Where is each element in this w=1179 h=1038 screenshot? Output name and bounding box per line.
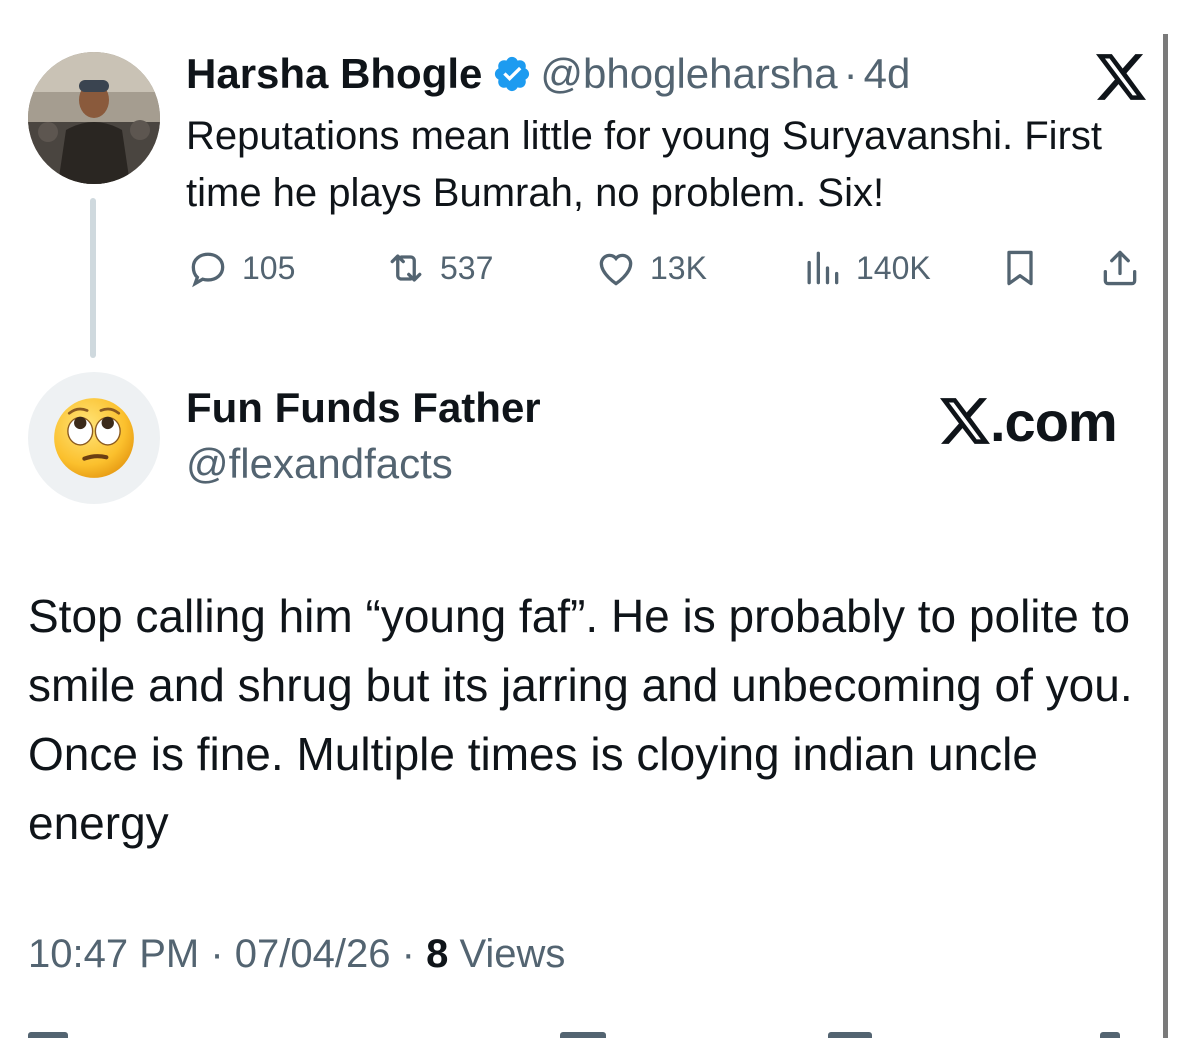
reply-date[interactable]: 07/04/26 bbox=[235, 932, 391, 976]
repost-count: 537 bbox=[440, 249, 494, 286]
reply-count: 105 bbox=[242, 249, 296, 286]
views-count: 140K bbox=[856, 249, 931, 286]
cropped-bookmark-icon[interactable] bbox=[828, 1032, 872, 1038]
bookmark-button[interactable] bbox=[998, 244, 1042, 292]
cropped-share-icon[interactable] bbox=[1100, 1032, 1120, 1038]
reply-text: Stop calling him “young faf”. He is prob… bbox=[28, 590, 1133, 849]
views-icon bbox=[807, 251, 839, 285]
like-button[interactable]: 13K bbox=[594, 244, 707, 292]
views-number: 8 bbox=[426, 932, 449, 976]
like-count: 13K bbox=[650, 249, 707, 286]
avatar[interactable] bbox=[28, 52, 160, 184]
cropped-like-icon[interactable] bbox=[560, 1032, 606, 1038]
reply-author-handle[interactable]: @flexandfacts bbox=[186, 440, 453, 488]
reply-author-name[interactable]: Fun Funds Father bbox=[186, 384, 541, 432]
share-icon bbox=[1103, 250, 1137, 286]
share-button[interactable] bbox=[1098, 244, 1142, 292]
face-with-rolling-eyes-icon bbox=[54, 398, 134, 478]
tweet-text: Reputations mean little for young Suryav… bbox=[186, 114, 1102, 215]
parent-header: Harsha Bhogle @bhogleharsha · 4d bbox=[186, 46, 910, 102]
x-logo-icon bbox=[940, 398, 990, 444]
tweet-meta: 10:47 PM · 07/04/26 · 8 Views bbox=[28, 932, 565, 977]
x-logo-icon bbox=[1096, 54, 1146, 100]
reply-avatar[interactable] bbox=[28, 372, 160, 504]
tweet-time[interactable]: 4d bbox=[864, 50, 911, 98]
cropped-reply-icon[interactable] bbox=[28, 1032, 68, 1038]
x-com-brand: .com bbox=[940, 388, 1118, 454]
repost-button[interactable]: 537 bbox=[384, 244, 493, 292]
meta-separator: · bbox=[401, 932, 415, 976]
cropped-action-bar bbox=[0, 1024, 1179, 1038]
brand-domain: .com bbox=[990, 389, 1118, 453]
thread-line bbox=[90, 198, 96, 358]
author-handle[interactable]: @bhogleharsha bbox=[540, 50, 837, 98]
views-label: Views bbox=[459, 932, 566, 976]
views-button[interactable]: 140K bbox=[800, 244, 931, 292]
separator-dot: · bbox=[843, 50, 858, 97]
verified-badge-icon bbox=[495, 56, 530, 92]
avatar-photo bbox=[28, 52, 160, 184]
tweet-actions: 105 537 13K 140K bbox=[186, 244, 1148, 292]
reply-time[interactable]: 10:47 PM bbox=[28, 932, 199, 976]
heart-icon bbox=[599, 253, 633, 286]
author-name[interactable]: Harsha Bhogle bbox=[186, 50, 482, 98]
meta-separator: · bbox=[210, 932, 224, 976]
reply-button[interactable]: 105 bbox=[186, 244, 295, 292]
repost-icon bbox=[390, 254, 422, 282]
scrollbar[interactable] bbox=[1163, 34, 1168, 1038]
bookmark-icon bbox=[1007, 250, 1033, 286]
reply-icon bbox=[191, 252, 225, 288]
